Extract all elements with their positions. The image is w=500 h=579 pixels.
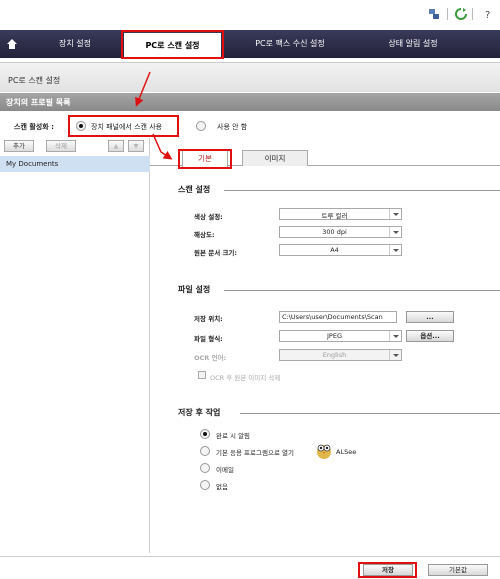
size-value: A4: [330, 246, 339, 254]
profile-list-title: 장치의 프로필 목록: [6, 98, 71, 107]
file-settings-title: 파일 설정: [178, 285, 211, 294]
radio-scan-on-label[interactable]: 장치 패널에서 스캔 사용: [91, 122, 162, 132]
location-input[interactable]: C:\Users\user\Documents\Scan: [279, 311, 397, 323]
chevron-down-icon: [389, 331, 401, 341]
help-icon[interactable]: ?: [482, 8, 494, 20]
after-save-title: 저장 후 작업: [178, 408, 221, 417]
resolution-value: 300 dpi: [322, 228, 347, 236]
ocr-delete-checkbox[interactable]: [198, 371, 206, 379]
profile-list-header: 장치의 프로필 목록: [0, 93, 500, 111]
breadcrumb: PC로 스캔 설정: [0, 62, 500, 92]
options-button[interactable]: 옵션...: [406, 330, 454, 342]
profile-list-pane: 추가 삭제 ▲ ▼ My Documents: [0, 138, 150, 553]
alsee-app-label: ALSee: [336, 448, 357, 456]
home-icon[interactable]: [6, 38, 18, 50]
radio-scan-off-label[interactable]: 사용 안 함: [217, 122, 247, 132]
color-value: 트루 컬러: [321, 212, 348, 220]
network-icon[interactable]: [428, 8, 440, 20]
section-divider: [240, 413, 500, 414]
add-profile-button[interactable]: 추가: [4, 140, 34, 152]
radio-none-label[interactable]: 없음: [216, 481, 228, 491]
radio-notify-label[interactable]: 완료 시 알림: [216, 430, 250, 440]
radio-scan-off[interactable]: [196, 121, 206, 131]
refresh-icon[interactable]: [455, 8, 467, 20]
browse-button[interactable]: ...: [406, 311, 454, 323]
scan-settings-title: 스캔 설정: [178, 185, 211, 194]
color-label: 색상 설정:: [194, 213, 223, 221]
size-select[interactable]: A4: [279, 244, 402, 256]
ocr-select[interactable]: English: [279, 349, 402, 361]
radio-open-app[interactable]: [200, 446, 210, 456]
size-label: 원본 문서 크기:: [194, 249, 238, 257]
resolution-label: 해상도:: [194, 231, 215, 239]
radio-email[interactable]: [200, 463, 210, 473]
ocr-delete-label: OCR 후 원본 이미지 삭제: [210, 374, 281, 382]
format-label: 파일 형식:: [194, 335, 223, 343]
tab-image[interactable]: 이미지: [242, 150, 308, 166]
tab-fax-to-pc[interactable]: PC로 팩스 수신 설정: [228, 30, 352, 58]
format-value: JPEG: [327, 332, 342, 340]
page-title: PC로 스캔 설정: [8, 76, 61, 85]
tab-device-settings[interactable]: 장치 설정: [30, 30, 120, 58]
detail-tabs: 기본 이미지: [150, 150, 500, 167]
ocr-value: English: [322, 351, 347, 359]
activation-label: 스캔 활성화 :: [14, 123, 54, 131]
chevron-down-icon: [389, 350, 401, 360]
chevron-down-icon: [389, 227, 401, 237]
resolution-select[interactable]: 300 dpi: [279, 226, 402, 238]
radio-notify[interactable]: [200, 429, 210, 439]
scan-activation-row: 스캔 활성화 : 장치 패널에서 스캔 사용 사용 안 함: [0, 116, 500, 136]
footer-bar: 저장 기본값: [0, 556, 500, 579]
section-divider: [224, 190, 500, 191]
radio-email-label[interactable]: 이메일: [216, 464, 234, 474]
radio-scan-on[interactable]: [76, 121, 86, 131]
chevron-down-icon: [389, 245, 401, 255]
main-nav: 장치 설정 PC로 스캔 설정 PC로 팩스 수신 설정 상태 알림 설정: [0, 30, 500, 58]
delete-profile-button[interactable]: 삭제: [46, 140, 76, 152]
ocr-label: OCR 언어:: [194, 354, 227, 362]
profile-item[interactable]: My Documents: [0, 156, 150, 172]
toolbar-separator: [472, 8, 473, 20]
section-divider: [224, 290, 500, 291]
radio-none[interactable]: [200, 480, 210, 490]
tab-scan-to-pc[interactable]: PC로 스캔 설정: [124, 33, 221, 58]
save-button[interactable]: 저장: [363, 564, 413, 576]
toolbar-separator: [447, 8, 448, 20]
radio-open-app-label[interactable]: 기본 응용 프로그램으로 열기: [216, 447, 294, 457]
tab-status-alert[interactable]: 상태 알림 설정: [358, 30, 468, 58]
default-button[interactable]: 기본값: [428, 564, 488, 576]
move-up-button[interactable]: ▲: [108, 140, 124, 152]
alsee-app-icon: [317, 444, 331, 459]
svg-text:?: ?: [485, 10, 490, 20]
chevron-down-icon: [389, 209, 401, 219]
tab-basic[interactable]: 기본: [182, 150, 228, 167]
top-toolbar: ?: [0, 0, 500, 30]
color-select[interactable]: 트루 컬러: [279, 208, 402, 220]
move-down-button[interactable]: ▼: [128, 140, 144, 152]
location-label: 저장 위치:: [194, 315, 223, 323]
format-select[interactable]: JPEG: [279, 330, 402, 342]
